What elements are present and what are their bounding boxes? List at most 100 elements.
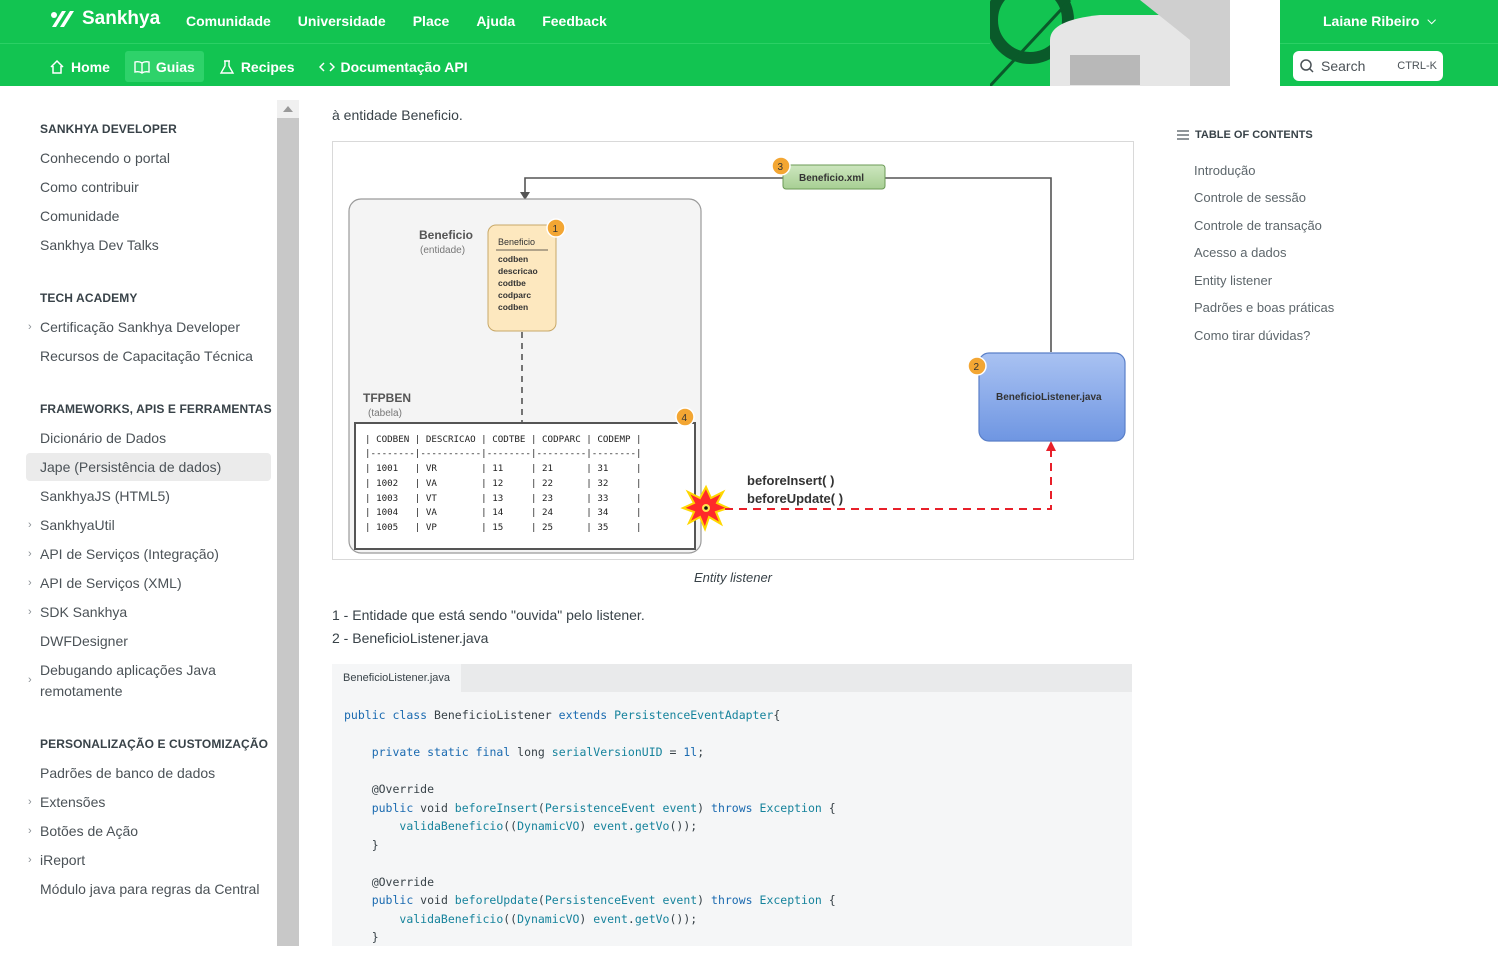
sidebar-item-como-contribuir[interactable]: Como contribuir bbox=[26, 177, 271, 198]
toc-title: TABLE OF CONTENTS bbox=[1176, 129, 1313, 141]
badge-1: 1 bbox=[553, 224, 559, 235]
sidebar-item-modulo-java[interactable]: Módulo java para regras da Central bbox=[26, 879, 271, 900]
note-2: 2 - BeneficioListener.java bbox=[332, 630, 489, 646]
toc-item-introducao[interactable]: Introdução bbox=[1194, 163, 1255, 178]
chevron-right-icon: › bbox=[28, 577, 32, 589]
toc-item-acesso-dados[interactable]: Acesso a dados bbox=[1194, 245, 1287, 260]
header-illustration bbox=[990, 0, 1280, 86]
nav-comunidade[interactable]: Comunidade bbox=[186, 13, 271, 29]
table-title: TFPBEN bbox=[363, 391, 411, 405]
toc-item-controle-sessao[interactable]: Controle de sessão bbox=[1194, 190, 1306, 205]
table-row: | 1001 | VR | 11 | 21 | 31 | bbox=[365, 463, 642, 474]
tab-home[interactable]: Home bbox=[40, 51, 119, 82]
tab-documentacao-api[interactable]: Documentação API bbox=[310, 51, 477, 82]
code-tabs: BeneficioListener.java bbox=[332, 664, 1132, 692]
sidebar-item-label: Debugando aplicações Java remotamente bbox=[40, 662, 216, 699]
nav-feedback[interactable]: Feedback bbox=[542, 13, 607, 29]
top-navigation: Comunidade Universidade Place Ajuda Feed… bbox=[186, 13, 634, 29]
sidebar-item-label: API de Serviços (Integração) bbox=[40, 546, 219, 562]
sidebar-item-debugando[interactable]: › Debugando aplicações Java remotamente bbox=[26, 660, 226, 702]
toc-title-text: TABLE OF CONTENTS bbox=[1195, 129, 1313, 141]
toc-item-entity-listener[interactable]: Entity listener bbox=[1194, 273, 1272, 288]
sankhya-logo-icon bbox=[51, 11, 74, 27]
sidebar-item-label: SDK Sankhya bbox=[40, 604, 128, 620]
sidebar-item-label: SankhyaUtil bbox=[40, 517, 115, 533]
code-block: BeneficioListener.java public class Bene… bbox=[332, 664, 1132, 946]
chevron-down-icon: ⌵ bbox=[1427, 14, 1436, 27]
code-tab[interactable]: BeneficioListener.java bbox=[332, 664, 462, 692]
sidebar-item-sankhyajs[interactable]: SankhyaJS (HTML5) bbox=[26, 486, 271, 507]
code-icon bbox=[318, 61, 335, 72]
scroll-up-arrow-icon[interactable] bbox=[277, 100, 299, 118]
sidebar-section-title: TECH ACADEMY bbox=[40, 291, 138, 305]
nav-place[interactable]: Place bbox=[413, 13, 450, 29]
nav-ajuda[interactable]: Ajuda bbox=[476, 13, 515, 29]
sidebar-item-certificacao[interactable]: › Certificação Sankhya Developer bbox=[26, 317, 271, 338]
chevron-right-icon: › bbox=[28, 825, 32, 837]
chevron-right-icon: › bbox=[28, 674, 32, 686]
sidebar-item-api-integracao[interactable]: › API de Serviços (Integração) bbox=[26, 544, 271, 565]
sidebar-item-dicionario[interactable]: Dicionário de Dados bbox=[26, 428, 271, 449]
toc-item-duvidas[interactable]: Como tirar dúvidas? bbox=[1194, 328, 1310, 343]
sidebar-item-ireport[interactable]: › iReport bbox=[26, 850, 271, 871]
sidebar-item-label: Extensões bbox=[40, 794, 106, 810]
brand-name: Sankhya bbox=[82, 8, 161, 29]
entity-field: codben bbox=[498, 254, 528, 264]
xml-label: Beneficio.xml bbox=[799, 173, 864, 184]
sidebar-section-title: FRAMEWORKS, APIS E FERRAMENTAS bbox=[40, 402, 272, 416]
sidebar-item-api-xml[interactable]: › API de Serviços (XML) bbox=[26, 573, 271, 594]
note-1: 1 - Entidade que está sendo "ouvida" pel… bbox=[332, 607, 645, 623]
sidebar-item-sdk[interactable]: › SDK Sankhya bbox=[26, 602, 271, 623]
chevron-right-icon: › bbox=[28, 796, 32, 808]
table-row: | 1003 | VT | 13 | 23 | 33 | bbox=[365, 493, 642, 504]
toc-item-controle-transacao[interactable]: Controle de transação bbox=[1194, 218, 1322, 233]
table-separator: |--------|-----------|--------|---------… bbox=[365, 448, 642, 459]
sidebar-item-extensoes[interactable]: › Extensões bbox=[26, 792, 271, 813]
sidebar-scrollbar[interactable] bbox=[277, 100, 299, 946]
event-before-update: beforeUpdate( ) bbox=[747, 491, 843, 506]
chevron-right-icon: › bbox=[28, 606, 32, 618]
tab-home-label: Home bbox=[71, 58, 110, 75]
chevron-right-icon: › bbox=[28, 854, 32, 866]
badge-2: 2 bbox=[974, 362, 980, 373]
figure-caption: Entity listener bbox=[693, 570, 773, 585]
listener-label: BeneficioListener.java bbox=[996, 392, 1102, 403]
sidebar-item-padroes-banco[interactable]: Padrões de banco de dados bbox=[26, 763, 271, 784]
sidebar-item-sankhyautil[interactable]: › SankhyaUtil bbox=[26, 515, 271, 536]
entity-field: codparc bbox=[498, 290, 531, 300]
tab-recipes-label: Recipes bbox=[240, 58, 295, 75]
book-icon bbox=[134, 60, 150, 74]
sankhya-logo[interactable]: Sankhya bbox=[48, 7, 160, 31]
search-shortcut: CTRL-K bbox=[1397, 60, 1437, 72]
sidebar-item-comunidade[interactable]: Comunidade bbox=[26, 206, 271, 227]
search-box[interactable]: Search CTRL-K bbox=[1293, 51, 1443, 81]
table-header: | CODBEN | DESCRICAO | CODTBE | CODPARC … bbox=[365, 434, 642, 445]
tab-documentacao-api-label: Documentação API bbox=[340, 58, 468, 75]
code-content: public class BeneficioListener extends P… bbox=[344, 708, 836, 944]
home-icon bbox=[50, 59, 64, 74]
user-menu[interactable]: Laiane Ribeiro ⌵ bbox=[1323, 13, 1436, 29]
search-placeholder: Search bbox=[1321, 58, 1366, 74]
toc-item-padroes[interactable]: Padrões e boas práticas bbox=[1194, 300, 1334, 315]
tab-guias-label: Guias bbox=[155, 58, 195, 75]
search-icon bbox=[1300, 59, 1314, 73]
sub-navigation: Home Guias Recipes Documentação API bbox=[40, 51, 483, 82]
sidebar-item-conhecendo-o-portal[interactable]: Conhecendo o portal bbox=[26, 148, 271, 169]
entity-title: Beneficio bbox=[419, 228, 473, 242]
sidebar-item-jape[interactable]: Jape (Persistência de dados) bbox=[26, 453, 271, 481]
badge-4: 4 bbox=[682, 413, 688, 424]
table-row: | 1005 | VP | 15 | 25 | 35 | bbox=[365, 522, 642, 533]
table-subtitle: (tabela) bbox=[368, 408, 402, 419]
badge-3: 3 bbox=[778, 162, 784, 173]
nav-universidade[interactable]: Universidade bbox=[298, 13, 386, 29]
tab-guias[interactable]: Guias bbox=[124, 51, 204, 82]
sidebar-item-sankhya-dev-talks[interactable]: Sankhya Dev Talks bbox=[26, 235, 271, 256]
list-icon bbox=[1177, 130, 1189, 140]
sidebar-item-dwfdesigner[interactable]: DWFDesigner bbox=[26, 631, 271, 652]
sidebar-item-recursos[interactable]: Recursos de Capacitação Técnica bbox=[26, 346, 271, 367]
tab-recipes[interactable]: Recipes bbox=[210, 51, 304, 82]
chevron-right-icon: › bbox=[28, 548, 32, 560]
sidebar-item-botoes-acao[interactable]: › Botões de Ação bbox=[26, 821, 271, 842]
entity-field: descricao bbox=[498, 266, 538, 276]
sidebar-item-label: API de Serviços (XML) bbox=[40, 575, 182, 591]
